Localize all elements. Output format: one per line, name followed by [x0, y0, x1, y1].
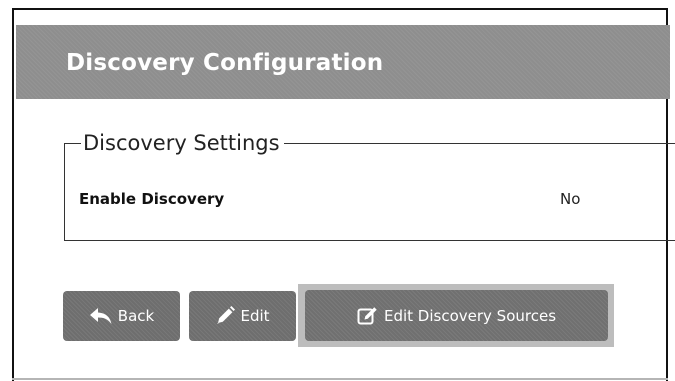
- edit-discovery-sources-button[interactable]: Edit Discovery Sources: [305, 290, 608, 341]
- edit-square-icon: [357, 306, 377, 324]
- page-header: Discovery Configuration: [16, 25, 670, 99]
- enable-discovery-value: No: [560, 190, 581, 208]
- pencil-icon: [217, 306, 236, 324]
- enable-discovery-label: Enable Discovery: [79, 190, 225, 208]
- back-button-label: Back: [117, 307, 155, 325]
- discovery-settings-legend: Discovery Settings: [81, 130, 284, 156]
- bottom-divider: [12, 378, 668, 380]
- edit-button[interactable]: Edit: [189, 291, 296, 341]
- reply-arrow-icon: [89, 308, 112, 324]
- back-button[interactable]: Back: [63, 291, 180, 341]
- edit-button-label: Edit: [240, 307, 270, 325]
- page-title: Discovery Configuration: [66, 50, 384, 76]
- edit-discovery-sources-label: Edit Discovery Sources: [383, 306, 557, 325]
